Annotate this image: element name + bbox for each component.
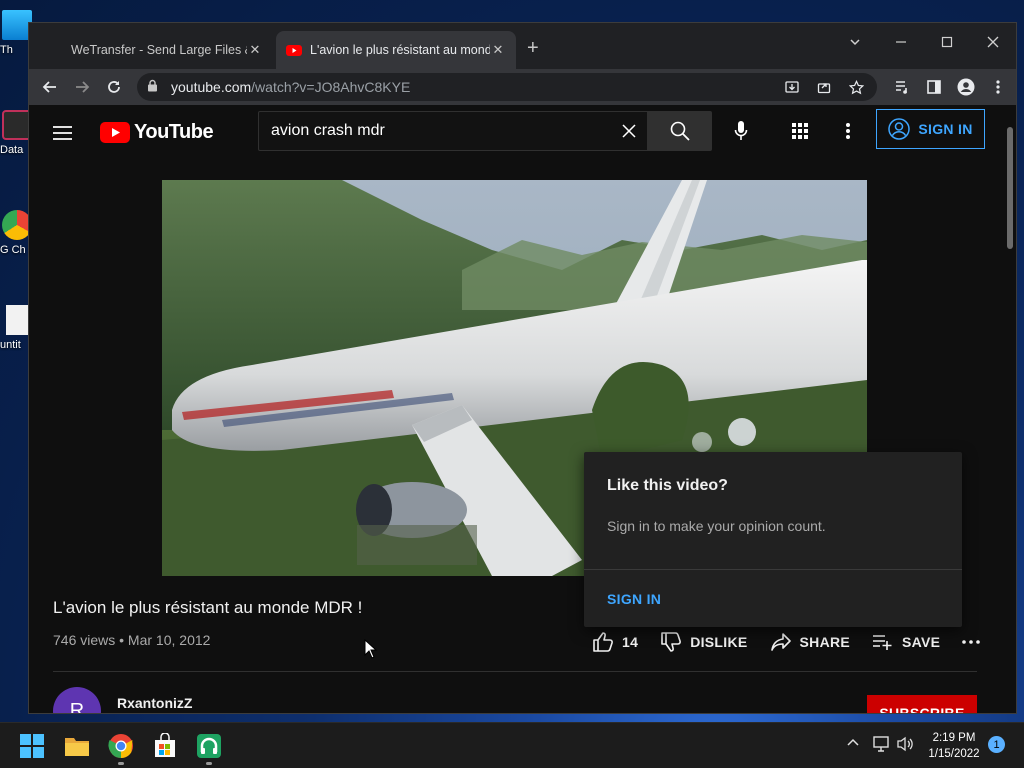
new-tab-button[interactable]: +: [527, 37, 539, 60]
like-signin-popup: Like this video? Sign in to make your op…: [584, 452, 962, 627]
lock-icon: [147, 79, 161, 95]
share-page-icon[interactable]: [811, 75, 837, 99]
clock-date: 1/15/2022: [928, 748, 980, 760]
tab-wetransfer[interactable]: WeTransfer - Send Large Files & ✕: [37, 31, 273, 69]
share-label: SHARE: [799, 634, 851, 650]
address-bar[interactable]: youtube.com/watch?v=JO8AhvC8KYE: [137, 73, 877, 101]
taskbar: 2:19 PM 1/15/2022 1: [0, 722, 1024, 768]
green-app-icon[interactable]: [196, 733, 222, 759]
scrollbar-thumb[interactable]: [1007, 127, 1013, 249]
maximize-button[interactable]: [924, 27, 970, 57]
popup-divider: [584, 569, 962, 570]
clock-time: 2:19 PM: [932, 732, 976, 744]
apps-grid-icon[interactable]: [784, 115, 816, 147]
search-icon: [670, 121, 690, 141]
clear-search-icon[interactable]: [611, 124, 647, 138]
browser-window: WeTransfer - Send Large Files & ✕ L'avio…: [28, 22, 1017, 714]
logo-text: YouTube: [134, 121, 214, 143]
install-app-icon[interactable]: [779, 75, 805, 99]
system-clock[interactable]: 2:19 PM 1/15/2022: [922, 730, 986, 762]
youtube-page: YouTube SIGN IN: [29, 105, 1016, 713]
mouse-cursor-icon: [364, 639, 378, 659]
thumbs-up-icon: [593, 632, 613, 652]
wetransfer-favicon-icon: [47, 42, 63, 58]
popup-sign-in-button[interactable]: SIGN IN: [607, 591, 661, 607]
youtube-favicon-icon: [286, 42, 302, 58]
file-explorer-icon[interactable]: [64, 733, 90, 759]
network-icon[interactable]: [873, 736, 891, 757]
show-hidden-icons-chevron-icon[interactable]: [846, 736, 860, 755]
video-meta: 746 views • Mar 10, 2012: [53, 632, 211, 648]
channel-name[interactable]: RxantonizZ: [117, 695, 192, 711]
profile-icon[interactable]: [950, 71, 982, 103]
subscribe-button[interactable]: SUBSCRIBE: [867, 695, 977, 713]
video-title: L'avion le plus résistant au monde MDR !: [53, 598, 363, 617]
youtube-header: YouTube SIGN IN: [29, 105, 1016, 161]
microsoft-store-icon[interactable]: [152, 732, 178, 759]
share-arrow-icon: [770, 633, 791, 651]
youtube-play-icon: [100, 122, 130, 143]
tab-title: WeTransfer - Send Large Files &: [71, 43, 247, 57]
more-actions-icon[interactable]: [962, 640, 981, 644]
sign-in-label: SIGN IN: [918, 121, 973, 137]
share-button[interactable]: SHARE: [770, 632, 851, 652]
tab-youtube[interactable]: L'avion le plus résistant au monde ✕: [276, 31, 516, 69]
tab-close-icon[interactable]: ✕: [247, 42, 263, 58]
media-control-icon[interactable]: [886, 71, 918, 103]
url-host: youtube.com: [171, 79, 252, 95]
dislike-label: DISLIKE: [690, 634, 748, 650]
notification-badge[interactable]: 1: [988, 736, 1005, 753]
popup-message: Sign in to make your opinion count.: [607, 518, 826, 534]
chrome-running-indicator: [118, 762, 124, 765]
thumbs-down-icon: [661, 632, 682, 652]
video-actions: 14 DISLIKE SHARE SAVE: [592, 631, 1002, 653]
like-button[interactable]: 14: [592, 631, 638, 653]
close-window-button[interactable]: [970, 27, 1016, 57]
reload-button[interactable]: [98, 71, 130, 103]
tab-search-icon[interactable]: [832, 27, 878, 57]
popup-title: Like this video?: [607, 477, 728, 494]
minimize-button[interactable]: [878, 27, 924, 57]
channel-avatar[interactable]: R: [53, 687, 101, 713]
header-sign-in-button[interactable]: SIGN IN: [876, 109, 985, 149]
search-box: [258, 111, 648, 151]
divider: [53, 671, 977, 672]
account-icon: [888, 118, 911, 140]
like-count: 14: [622, 634, 639, 650]
volume-icon[interactable]: [897, 736, 915, 757]
back-button[interactable]: [34, 71, 66, 103]
app-running-indicator: [206, 762, 212, 765]
browser-titlebar: WeTransfer - Send Large Files & ✕ L'avio…: [29, 23, 1016, 69]
forward-button[interactable]: [66, 71, 98, 103]
microphone-icon: [734, 121, 748, 140]
tab-close-icon[interactable]: ✕: [490, 42, 506, 58]
desktop-icon-label: Data: [0, 144, 24, 156]
desktop-icon-label: untit: [0, 339, 21, 351]
bookmark-star-icon[interactable]: [843, 75, 869, 99]
desktop-icon-label: G Ch: [0, 244, 26, 256]
browser-menu-icon[interactable]: [982, 71, 1014, 103]
search-input[interactable]: [271, 122, 611, 140]
chrome-taskbar-icon[interactable]: [108, 733, 134, 759]
tab-title: L'avion le plus résistant au monde: [310, 43, 490, 57]
browser-toolbar: youtube.com/watch?v=JO8AhvC8KYE: [29, 69, 1016, 105]
search-button[interactable]: [648, 111, 712, 151]
save-button[interactable]: SAVE: [872, 633, 940, 651]
url-path: /watch?v=JO8AhvC8KYE: [251, 79, 411, 95]
dislike-button[interactable]: DISLIKE: [660, 631, 747, 653]
side-panel-icon[interactable]: [918, 71, 950, 103]
save-label: SAVE: [902, 634, 941, 650]
playlist-add-icon: [873, 635, 892, 650]
settings-more-icon[interactable]: [832, 115, 864, 147]
voice-search-button[interactable]: [725, 115, 757, 147]
windows-start-icon[interactable]: [20, 734, 44, 758]
youtube-logo[interactable]: YouTube: [100, 121, 214, 144]
file-icon: [6, 305, 28, 335]
desktop-icon-label: Th: [0, 44, 13, 56]
menu-hamburger-icon[interactable]: [53, 121, 77, 145]
